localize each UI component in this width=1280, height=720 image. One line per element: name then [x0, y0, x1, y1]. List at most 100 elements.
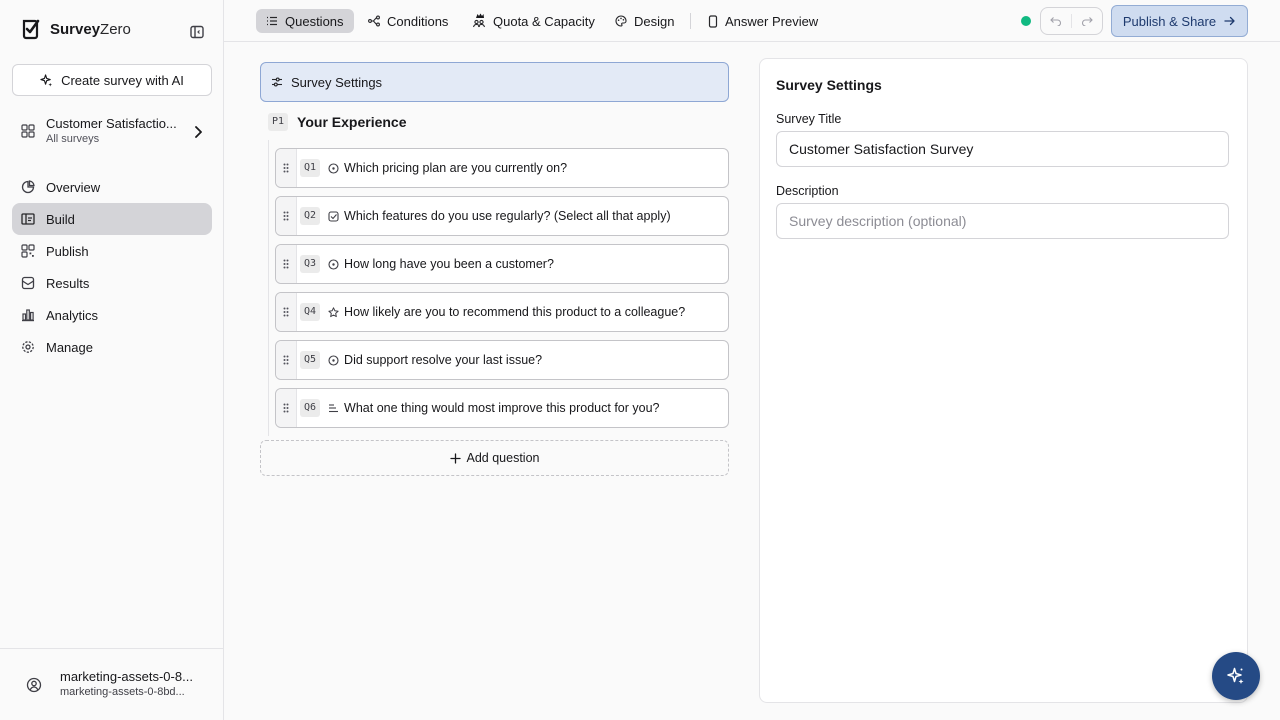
- sidebar-item-results[interactable]: Results: [12, 267, 212, 299]
- brand[interactable]: SurveyZero: [20, 18, 131, 40]
- add-question-label: Add question: [466, 451, 540, 465]
- branch-icon: [368, 15, 380, 27]
- question-row[interactable]: Q5 Did support resolve your last issue?: [275, 340, 729, 380]
- page-badge: P1: [268, 113, 289, 131]
- question-row[interactable]: Q6 What one thing would most improve thi…: [275, 388, 729, 428]
- sidebar-collapse-icon[interactable]: [189, 24, 207, 40]
- tab-design[interactable]: Design: [605, 9, 684, 33]
- create-survey-ai-button[interactable]: Create survey with AI: [12, 64, 212, 96]
- drag-handle-icon[interactable]: [276, 197, 297, 235]
- survey-settings-panel: Survey Settings Survey Title Customer Sa…: [759, 58, 1248, 703]
- description-label: Description: [776, 184, 839, 198]
- question-row[interactable]: Q1 Which pricing plan are you currently …: [275, 148, 729, 188]
- sidebar-item-label: Publish: [46, 243, 89, 259]
- question-row[interactable]: Q4 How likely are you to recommend this …: [275, 292, 729, 332]
- survey-selector[interactable]: Customer Satisfactio... All surveys: [12, 112, 212, 152]
- question-text: Which features do you use regularly? (Se…: [344, 209, 671, 223]
- users-crown-icon: [472, 13, 486, 29]
- question-text: Which pricing plan are you currently on?: [344, 161, 568, 175]
- bar-chart-icon: [21, 308, 35, 322]
- sidebar-item-publish[interactable]: Publish: [12, 235, 212, 267]
- gear-icon: [21, 340, 35, 354]
- sidebar-item-build[interactable]: Build: [12, 203, 212, 235]
- tab-conditions[interactable]: Conditions: [358, 9, 458, 33]
- user-account[interactable]: marketing-assets-0-8... marketing-assets…: [0, 648, 223, 720]
- drag-handle-icon[interactable]: [276, 341, 297, 379]
- pie-chart-icon: [21, 180, 35, 194]
- radio-icon: [328, 258, 339, 270]
- sidebar-item-label: Results: [46, 275, 90, 291]
- question-badge: Q3: [300, 255, 321, 273]
- sidebar-item-analytics[interactable]: Analytics: [12, 299, 212, 331]
- sidebar-item-overview[interactable]: Overview: [12, 171, 212, 203]
- phone-icon: [708, 14, 718, 28]
- question-text: Did support resolve your last issue?: [344, 353, 543, 367]
- page-header[interactable]: P1 Your Experience: [268, 112, 407, 132]
- user-name: marketing-assets-0-8...: [60, 669, 193, 684]
- arrow-right-icon: [1224, 16, 1236, 26]
- save-status-indicator: [1021, 16, 1031, 26]
- add-question-button[interactable]: Add question: [260, 440, 729, 476]
- question-row[interactable]: Q2 Which features do you use regularly? …: [275, 196, 729, 236]
- survey-title-input[interactable]: Customer Satisfaction Survey: [776, 131, 1229, 167]
- page-guide-line: [268, 140, 269, 436]
- create-survey-ai-label: Create survey with AI: [61, 72, 184, 88]
- brand-name: SurveyZero: [50, 20, 131, 38]
- sidebar-item-label: Manage: [46, 339, 93, 355]
- build-icon: [21, 212, 35, 226]
- tab-label: Design: [634, 13, 675, 29]
- question-badge: Q5: [300, 351, 321, 369]
- tab-answer-preview[interactable]: Answer Preview: [698, 9, 828, 33]
- sidebar-nav: Overview Build Publish Results Analytics…: [12, 171, 212, 363]
- plus-icon: [449, 452, 461, 464]
- panel-title: Survey Settings: [776, 77, 882, 93]
- description-input[interactable]: Survey description (optional): [776, 203, 1229, 239]
- grid-icon: [21, 124, 35, 138]
- sidebar-item-label: Analytics: [46, 307, 99, 323]
- question-badge: Q1: [300, 159, 321, 177]
- mail-icon: [21, 276, 35, 290]
- drag-handle-icon[interactable]: [276, 389, 297, 427]
- radio-icon: [328, 354, 339, 366]
- text-lines-icon: [328, 403, 339, 414]
- tab-label: Answer Preview: [725, 13, 819, 29]
- question-row[interactable]: Q3 How long have you been a customer?: [275, 244, 729, 284]
- radio-icon: [328, 162, 339, 174]
- sparkle-icon: [40, 73, 53, 87]
- drag-handle-icon[interactable]: [276, 293, 297, 331]
- question-badge: Q4: [300, 303, 321, 321]
- drag-handle-icon[interactable]: [276, 245, 297, 283]
- list-icon: [266, 15, 278, 27]
- undo-redo-group: [1040, 7, 1103, 35]
- user-circle-icon: [26, 677, 42, 693]
- question-badge: Q6: [300, 399, 321, 417]
- chevron-right-icon: [192, 125, 204, 139]
- sidebar-item-manage[interactable]: Manage: [12, 331, 212, 363]
- ai-assistant-button[interactable]: [1212, 652, 1260, 700]
- tab-quota-capacity[interactable]: Quota & Capacity: [462, 9, 605, 33]
- survey-title-label: Survey Title: [776, 112, 842, 126]
- survey-settings-row[interactable]: Survey Settings: [260, 62, 729, 102]
- redo-button[interactable]: [1072, 8, 1102, 34]
- toolbar-divider: [690, 13, 691, 29]
- question-text: How long have you been a customer?: [344, 257, 554, 271]
- tab-questions[interactable]: Questions: [256, 9, 354, 33]
- qr-code-icon: [21, 244, 35, 258]
- publish-share-button[interactable]: Publish & Share: [1111, 5, 1248, 37]
- question-text: What one thing would most improve this p…: [344, 401, 660, 415]
- user-email: marketing-assets-0-8bd...: [60, 686, 185, 698]
- sidebar-item-label: Build: [46, 211, 75, 227]
- tab-label: Conditions: [387, 13, 449, 29]
- palette-icon: [615, 15, 627, 27]
- undo-button[interactable]: [1041, 8, 1071, 34]
- sidebar: SurveyZero Create survey with AI Custome…: [0, 0, 224, 720]
- drag-handle-icon[interactable]: [276, 149, 297, 187]
- tab-label: Questions: [285, 13, 344, 29]
- sliders-icon: [271, 76, 283, 88]
- undo-icon: [1050, 16, 1062, 26]
- redo-icon: [1081, 16, 1093, 26]
- tab-label: Quota & Capacity: [493, 13, 595, 29]
- toolbar: Questions Conditions Quota & Capacity De…: [224, 0, 1280, 42]
- question-text: How likely are you to recommend this pro…: [344, 305, 686, 319]
- question-badge: Q2: [300, 207, 321, 225]
